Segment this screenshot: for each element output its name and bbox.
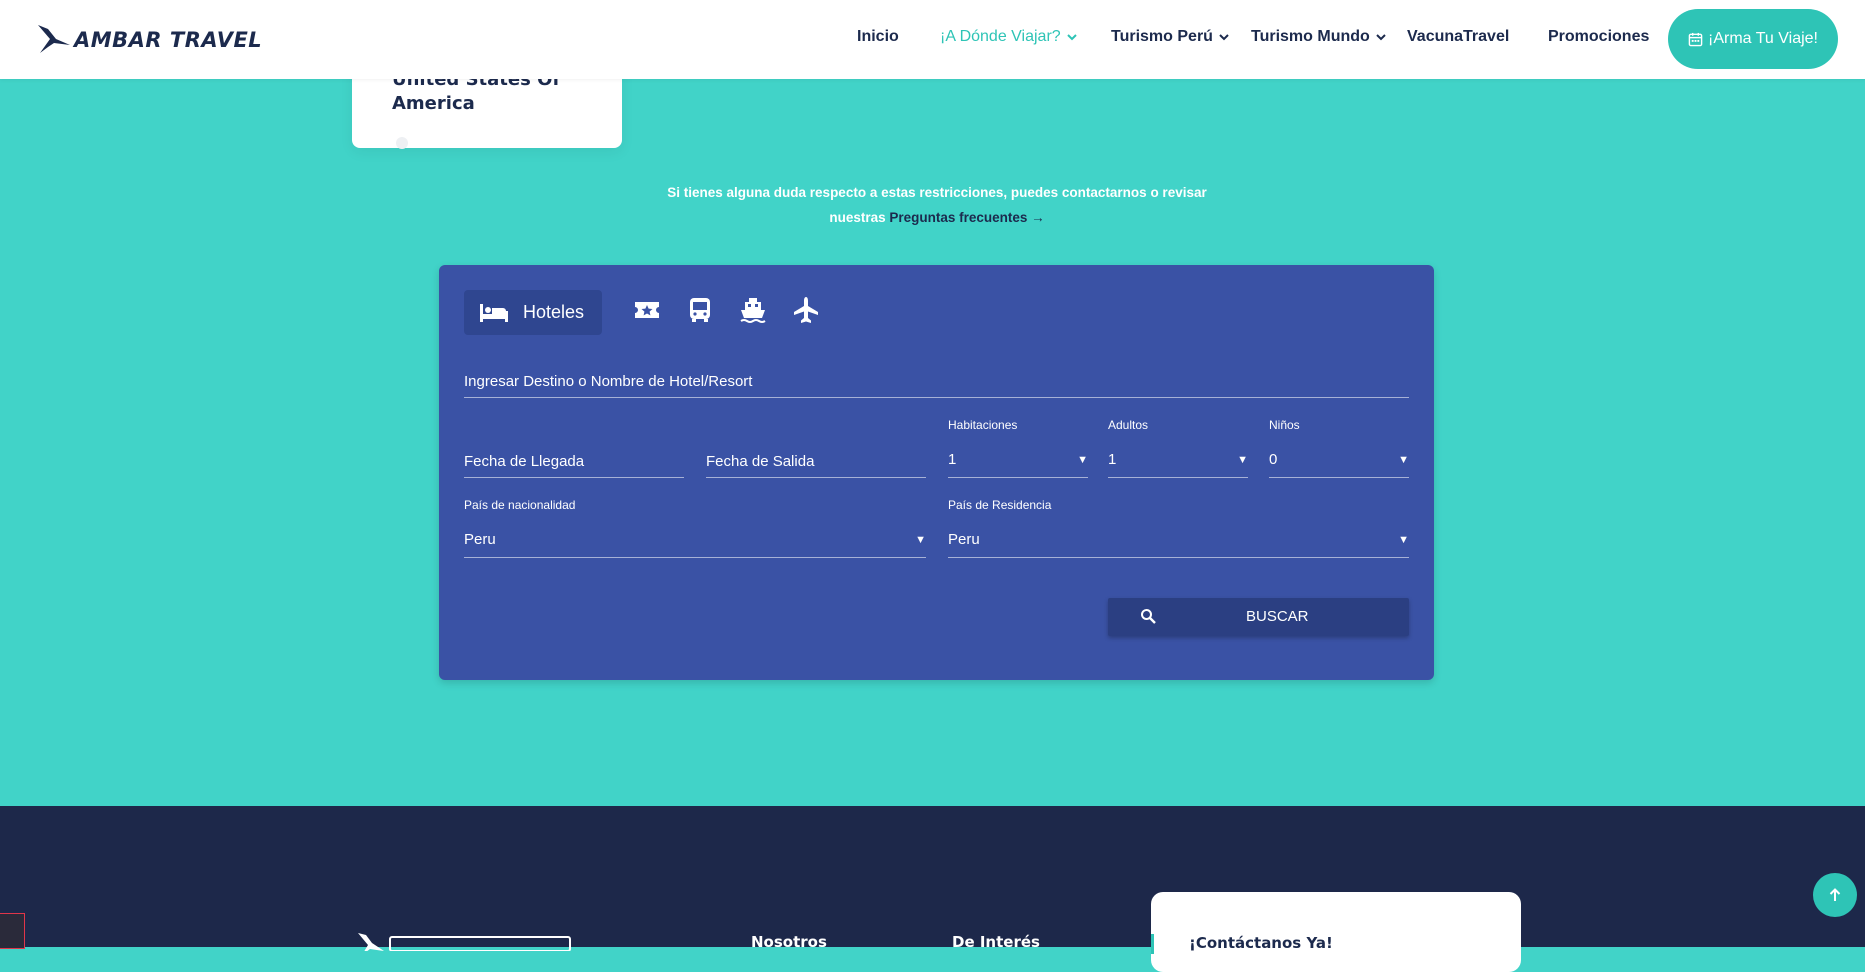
- field-underline: [1269, 477, 1409, 478]
- ship-icon: [740, 298, 766, 323]
- destination-field[interactable]: [464, 365, 1409, 398]
- tab-hoteles[interactable]: Hoteles: [464, 290, 602, 335]
- caret-down-icon: ▼: [1398, 454, 1409, 466]
- tab-label: Hoteles: [523, 302, 585, 322]
- field-underline: [948, 477, 1088, 478]
- adults-select[interactable]: Adultos 1 ▼: [1108, 418, 1248, 478]
- ticket-icon: [635, 302, 659, 318]
- rooms-value: 1: [948, 451, 957, 468]
- arma-tu-viaje-button[interactable]: ¡Arma Tu Viaje!: [1668, 9, 1838, 69]
- search-button[interactable]: BUSCAR: [1108, 598, 1409, 636]
- card-indicator: [396, 137, 408, 149]
- field-underline: [1108, 477, 1248, 478]
- nav-label: Inicio: [857, 28, 899, 45]
- nav-label: VacunaTravel: [1407, 28, 1510, 45]
- caret-down-icon: ▼: [1077, 454, 1088, 466]
- tab-bus[interactable]: [685, 295, 715, 325]
- caret-down-icon: ▼: [1237, 454, 1248, 466]
- caret-down-icon: ▼: [915, 534, 926, 546]
- checkin-input[interactable]: [464, 445, 684, 477]
- nav-vacunatravel[interactable]: VacunaTravel: [1407, 28, 1509, 46]
- bus-icon: [690, 298, 710, 322]
- footer-heading-nosotros: Nosotros: [751, 933, 827, 951]
- footer-logo-glyph-icon: [358, 933, 571, 951]
- rooms-label: Habitaciones: [948, 418, 1018, 432]
- nav-promociones[interactable]: Promociones: [1548, 28, 1649, 46]
- brand-logo[interactable]: AMBAR TRAVEL: [34, 22, 262, 58]
- children-value: 0: [1269, 451, 1278, 468]
- airplane-icon: [794, 297, 818, 323]
- chevron-down-icon: [1066, 34, 1077, 41]
- cta-label: ¡Arma Tu Viaje!: [1708, 30, 1818, 47]
- search-button-label: BUSCAR: [1246, 608, 1309, 625]
- top-navbar: AMBAR TRAVEL Inicio ¡A Dónde Viajar? Tur…: [0, 0, 1865, 79]
- nationality-label: País de nacionalidad: [464, 498, 576, 512]
- hotel-search-panel: Hoteles Ingresar Destino o Nombre de Hot…: [439, 265, 1434, 680]
- chevron-down-icon: [1376, 34, 1386, 41]
- nav-label: Turismo Perú: [1111, 28, 1213, 45]
- nationality-select[interactable]: País de nacionalidad Peru ▼: [464, 498, 926, 558]
- restrictions-notice: Si tienes alguna duda respecto a estas r…: [650, 180, 1224, 230]
- caret-down-icon: ▼: [1398, 534, 1409, 546]
- checkout-field[interactable]: [706, 445, 926, 478]
- faq-link[interactable]: Preguntas frecuentes →: [889, 210, 1044, 225]
- nav-label: ¡A Dónde Viajar?: [940, 28, 1061, 45]
- residence-select[interactable]: País de Residencia Peru ▼: [948, 498, 1409, 558]
- field-underline: [464, 477, 684, 478]
- footer-logo[interactable]: [354, 931, 584, 951]
- nav-label: Promociones: [1548, 28, 1650, 45]
- children-select[interactable]: Niños 0 ▼: [1269, 418, 1409, 478]
- site-footer: Nosotros De Interés ¡Contáctanos Ya!: [0, 806, 1865, 972]
- nav-label: Turismo Mundo: [1251, 28, 1370, 45]
- field-underline: [948, 557, 1409, 558]
- search-icon: [1141, 609, 1156, 624]
- arrow-up-icon: [1829, 888, 1841, 901]
- nav-a-donde-viajar[interactable]: ¡A Dónde Viajar?: [940, 28, 1077, 46]
- destination-input[interactable]: [464, 365, 1409, 397]
- adults-label: Adultos: [1108, 418, 1149, 432]
- children-label: Niños: [1269, 418, 1300, 432]
- checkout-input[interactable]: [706, 445, 926, 477]
- tab-cruise[interactable]: [738, 295, 768, 325]
- rooms-select[interactable]: Habitaciones 1 ▼: [948, 418, 1088, 478]
- tab-tickets[interactable]: [632, 295, 662, 325]
- field-underline: [706, 477, 926, 478]
- scroll-to-top-button[interactable]: [1813, 873, 1857, 917]
- nav-turismo-mundo[interactable]: Turismo Mundo: [1251, 28, 1386, 46]
- residence-label: País de Residencia: [948, 498, 1052, 512]
- residence-value: Peru: [948, 531, 980, 548]
- nationality-value: Peru: [464, 531, 496, 548]
- adults-value: 1: [1108, 451, 1117, 468]
- contact-accent-bar: [1151, 934, 1154, 954]
- field-underline: [464, 557, 926, 558]
- contact-card: ¡Contáctanos Ya!: [1151, 892, 1521, 972]
- footer-heading-de-interes: De Interés: [952, 933, 1040, 951]
- hummingbird-logo-icon: [38, 25, 70, 53]
- chevron-down-icon: [1219, 34, 1229, 41]
- bed-icon: [480, 303, 508, 322]
- nav-inicio[interactable]: Inicio: [857, 28, 899, 46]
- brand-name: AMBAR TRAVEL: [74, 28, 263, 52]
- tab-flights[interactable]: [791, 295, 821, 325]
- contact-title: ¡Contáctanos Ya!: [1189, 934, 1333, 952]
- field-underline: [464, 397, 1409, 398]
- side-widget-badge[interactable]: [0, 913, 25, 949]
- checkin-field[interactable]: [464, 445, 684, 478]
- nav-turismo-peru[interactable]: Turismo Perú: [1111, 28, 1229, 46]
- calendar-icon: [1688, 32, 1703, 46]
